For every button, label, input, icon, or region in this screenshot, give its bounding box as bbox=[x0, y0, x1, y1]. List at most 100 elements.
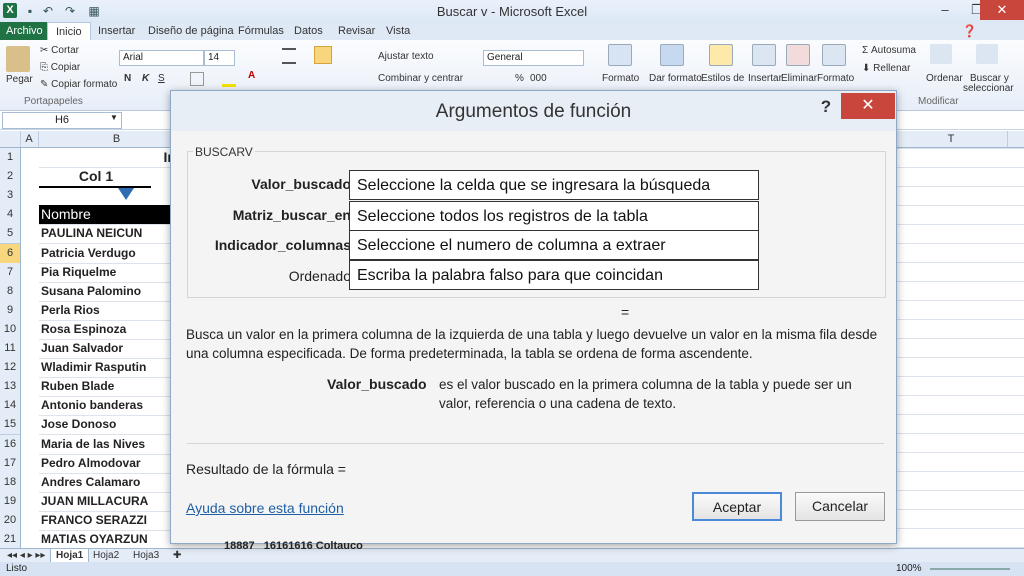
cut-button[interactable]: ✂ Cortar bbox=[40, 45, 79, 56]
cell-b[interactable]: JUAN MILLACURA bbox=[39, 492, 176, 512]
cell-b[interactable]: Col 1 bbox=[39, 167, 151, 189]
conditional-format-icon[interactable] bbox=[608, 44, 632, 66]
row-header[interactable]: 13 bbox=[0, 377, 21, 398]
cell-b[interactable] bbox=[39, 186, 176, 207]
new-sheet-icon[interactable]: ✚ bbox=[168, 549, 186, 562]
cell-b[interactable]: Jose Donoso bbox=[39, 415, 176, 436]
tooltip-indicador[interactable]: Seleccione el numero de columna a extrae… bbox=[349, 230, 759, 260]
italic-button[interactable]: K bbox=[142, 73, 149, 84]
row-header[interactable]: 18 bbox=[0, 472, 21, 493]
delete-cells-button[interactable]: Eliminar bbox=[781, 73, 817, 84]
insert-cells-button[interactable]: Insertar bbox=[748, 73, 782, 84]
ok-button[interactable]: Aceptar bbox=[692, 492, 782, 521]
cancel-button[interactable]: Cancelar bbox=[795, 492, 885, 521]
row-header[interactable]: 4 bbox=[0, 205, 21, 226]
row-header[interactable]: 20 bbox=[0, 510, 21, 531]
minimize-icon[interactable]: – bbox=[930, 0, 960, 20]
cell-b[interactable]: PAULINA NEICUN bbox=[39, 224, 176, 245]
number-format-select[interactable]: General bbox=[483, 50, 584, 66]
percent-button[interactable]: % bbox=[515, 73, 524, 84]
tab-formulas[interactable]: Fórmulas bbox=[230, 22, 292, 40]
format-cells-button[interactable]: Formato bbox=[817, 73, 854, 84]
row-header[interactable]: 6 bbox=[0, 243, 21, 264]
format-as-table-button[interactable]: Dar formato bbox=[649, 73, 702, 84]
cell-b[interactable]: Perla Rios bbox=[39, 301, 176, 321]
row-header[interactable]: 8 bbox=[0, 281, 21, 302]
dialog-close-icon[interactable]: ✕ bbox=[841, 93, 895, 119]
tab-revisar[interactable]: Revisar bbox=[330, 22, 383, 40]
cell-b[interactable]: Nombre bbox=[39, 205, 176, 226]
row-header[interactable]: 1 bbox=[0, 148, 21, 168]
tab-diseno[interactable]: Diseño de página bbox=[140, 22, 242, 40]
row-header[interactable]: 16 bbox=[0, 434, 21, 455]
sheet-nav-icon[interactable]: ◂◂ ◂ ▸ ▸▸ bbox=[2, 549, 50, 562]
font-name-select[interactable]: Arial bbox=[119, 50, 204, 66]
format-cells-icon[interactable] bbox=[822, 44, 846, 66]
conditional-format-button[interactable]: Formato bbox=[602, 73, 639, 84]
autosum-button[interactable]: Σ Autosuma bbox=[862, 45, 916, 56]
help-link[interactable]: Ayuda sobre esta función bbox=[186, 499, 344, 518]
cell-b[interactable]: Juan Salvador bbox=[39, 339, 176, 359]
column-header-a[interactable]: A bbox=[20, 131, 39, 147]
sheet-tab-hoja2[interactable]: Hoja2 bbox=[88, 549, 124, 562]
fill-color-icon[interactable] bbox=[222, 72, 236, 87]
row-header[interactable]: 15 bbox=[0, 415, 21, 436]
sheet-tab-hoja1[interactable]: Hoja1 bbox=[50, 549, 90, 563]
row-header[interactable]: 17 bbox=[0, 453, 21, 474]
paste-button[interactable]: Pegar bbox=[6, 74, 33, 85]
row-header[interactable]: 14 bbox=[0, 396, 21, 417]
cell-styles-icon[interactable] bbox=[709, 44, 733, 66]
row-header[interactable]: 11 bbox=[0, 339, 21, 359]
cell-b[interactable]: MATIAS OYARZUN bbox=[39, 530, 176, 550]
cell-b[interactable]: Rosa Espinoza bbox=[39, 320, 176, 340]
tooltip-matriz[interactable]: Seleccione todos los registros de la tab… bbox=[349, 201, 759, 231]
format-as-table-icon[interactable] bbox=[660, 44, 684, 66]
sort-filter-button[interactable]: Ordenar bbox=[926, 73, 963, 84]
name-box[interactable]: H6 bbox=[2, 112, 122, 129]
cell-b[interactable]: Patricia Verdugo bbox=[39, 244, 176, 264]
cell-b[interactable]: Pedro Almodovar bbox=[39, 454, 176, 474]
cell-b[interactable]: In bbox=[39, 148, 176, 168]
row-header[interactable]: 3 bbox=[0, 186, 21, 207]
format-painter-button[interactable]: ✎ Copiar formato bbox=[40, 79, 117, 90]
tab-inicio[interactable]: Inicio bbox=[47, 22, 91, 41]
cell-b[interactable]: Ruben Blade bbox=[39, 377, 176, 398]
underline-button[interactable]: S bbox=[158, 73, 165, 84]
tab-datos[interactable]: Datos bbox=[286, 22, 331, 40]
select-all-corner[interactable] bbox=[0, 131, 21, 147]
merge-center-button[interactable]: Combinar y centrar bbox=[378, 73, 463, 84]
tab-archivo[interactable]: Archivo bbox=[0, 22, 49, 40]
fill-button[interactable]: ⬇ Rellenar bbox=[862, 63, 910, 74]
cell-b[interactable]: Pia Riquelme bbox=[39, 263, 176, 283]
delete-cells-icon[interactable] bbox=[786, 44, 810, 66]
paste-icon[interactable] bbox=[6, 46, 30, 72]
copy-button[interactable]: ⎘ Copiar bbox=[40, 62, 80, 73]
grid-right[interactable] bbox=[895, 148, 1024, 548]
borders-icon[interactable] bbox=[190, 72, 204, 86]
row-header[interactable]: 7 bbox=[0, 262, 21, 283]
insert-cells-icon[interactable] bbox=[752, 44, 776, 66]
close-window-icon[interactable]: ✕ bbox=[980, 0, 1024, 20]
dialog-help-icon[interactable]: ? bbox=[816, 97, 836, 119]
zoom-slider[interactable] bbox=[930, 568, 1010, 570]
cell-styles-button[interactable]: Estilos de bbox=[701, 73, 744, 84]
align-bottom-icon[interactable] bbox=[314, 46, 332, 64]
cell-b[interactable]: Andres Calamaro bbox=[39, 473, 176, 493]
wrap-text-button[interactable]: Ajustar texto bbox=[378, 51, 434, 62]
row-header[interactable]: 10 bbox=[0, 319, 21, 340]
find-select-icon[interactable] bbox=[976, 44, 998, 64]
column-header-t[interactable]: T bbox=[895, 131, 1008, 147]
cell-b[interactable]: Maria de las Nives bbox=[39, 435, 176, 455]
help-icon[interactable]: ❓ bbox=[962, 24, 977, 38]
thousands-button[interactable]: 000 bbox=[530, 73, 547, 84]
zoom-level[interactable]: 100% bbox=[896, 562, 922, 576]
cell-b[interactable]: Wladimir Rasputin bbox=[39, 358, 176, 379]
tab-insertar[interactable]: Insertar bbox=[90, 22, 143, 40]
cell-b[interactable]: FRANCO SERAZZI bbox=[39, 511, 176, 531]
cell-b[interactable]: Susana Palomino bbox=[39, 282, 176, 302]
tooltip-valor-buscado[interactable]: Seleccione la celda que se ingresara la … bbox=[349, 170, 759, 200]
bold-button[interactable]: N bbox=[124, 73, 131, 84]
cell-b[interactable]: Antonio banderas bbox=[39, 396, 176, 417]
sort-filter-icon[interactable] bbox=[930, 44, 952, 64]
font-size-select[interactable]: 14 bbox=[204, 50, 235, 66]
